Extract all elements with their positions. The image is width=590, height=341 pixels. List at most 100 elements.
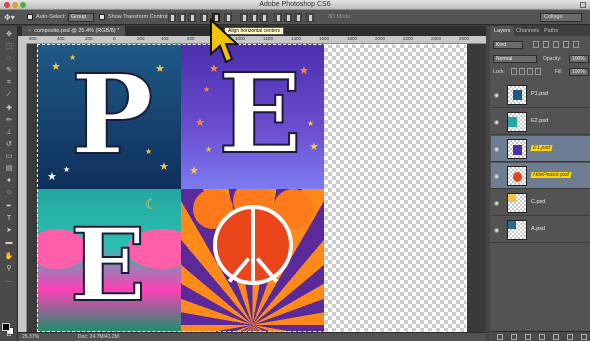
lock-label: Lock: bbox=[493, 69, 505, 75]
fill-field[interactable]: 100% bbox=[569, 68, 589, 76]
hand-tool-icon[interactable]: ✋ bbox=[4, 252, 14, 261]
layer-row[interactable]: ◉ E2.psd bbox=[491, 109, 590, 135]
visibility-eye-icon[interactable]: ◉ bbox=[494, 146, 499, 153]
blur-tool-icon[interactable]: ● bbox=[4, 176, 14, 185]
shape-tool-icon[interactable]: ▬ bbox=[4, 238, 14, 247]
link-layers-icon[interactable] bbox=[497, 334, 503, 340]
eraser-tool-icon[interactable]: ▭ bbox=[4, 152, 14, 161]
move-tool-icon[interactable]: ✥ bbox=[4, 30, 14, 39]
zoom-tool-icon[interactable]: ⚲ bbox=[4, 264, 14, 273]
healing-brush-tool-icon[interactable]: ✚ bbox=[4, 104, 14, 113]
opacity-field[interactable]: 100% bbox=[569, 55, 589, 63]
quick-mask-icon[interactable]: ◘ bbox=[4, 330, 14, 339]
history-brush-tool-icon[interactable]: ↺ bbox=[4, 140, 14, 149]
vertical-ruler[interactable] bbox=[18, 44, 27, 332]
visibility-eye-icon[interactable]: ◉ bbox=[494, 200, 499, 207]
filter-type-icon[interactable] bbox=[553, 41, 559, 48]
collapsed-panel-strip[interactable] bbox=[486, 26, 490, 341]
new-group-icon[interactable] bbox=[553, 334, 559, 340]
layer-row[interactable]: ◉ P1.psd bbox=[491, 82, 590, 108]
layer-name[interactable]: P1.psd bbox=[531, 91, 548, 97]
fullscreen-icon[interactable] bbox=[580, 2, 586, 8]
layer-thumbnail bbox=[507, 220, 527, 240]
lasso-tool-icon[interactable]: ◌ bbox=[4, 54, 14, 63]
tab-layers[interactable]: Layers bbox=[491, 26, 514, 36]
gradient-tool-icon[interactable]: ▤ bbox=[4, 164, 14, 173]
visibility-eye-icon[interactable]: ◉ bbox=[494, 92, 499, 99]
distribute-top-button[interactable] bbox=[240, 13, 248, 22]
layer-name[interactable]: HitePeace.psd bbox=[530, 172, 572, 178]
document-tab[interactable]: × composite.psd @ 25.4% (RGB/8) * bbox=[22, 26, 126, 36]
show-transform-label: Show Transform Controls bbox=[108, 14, 171, 20]
auto-align-layers-button[interactable] bbox=[306, 13, 314, 22]
status-bar: 25.37% Doc: 24.7M/41.2M bbox=[18, 332, 486, 341]
lock-transparent-icon[interactable] bbox=[511, 68, 517, 75]
layer-row[interactable]: ◉ HitePeace.psd bbox=[491, 163, 590, 189]
align-left-edges-button[interactable] bbox=[200, 13, 208, 22]
ruler-tick: 2400 bbox=[431, 36, 442, 41]
document-canvas[interactable]: ★ ★ ★ ★ ★ ★ ★ P ★ ★ ★ ★ ★ ★ ★ ★ E ☾ E bbox=[37, 44, 467, 332]
layer-name[interactable]: C.psd bbox=[531, 199, 545, 205]
show-transform-checkbox[interactable] bbox=[99, 14, 105, 20]
marquee-tool-icon[interactable]: ⬚ bbox=[4, 42, 14, 51]
layer-name[interactable]: E2.psd bbox=[531, 118, 548, 124]
path-selection-tool-icon[interactable]: ➤ bbox=[4, 226, 14, 235]
distribute-bottom-button[interactable] bbox=[260, 13, 268, 22]
adjustment-layer-icon[interactable] bbox=[539, 334, 545, 340]
distribute-left-button[interactable] bbox=[274, 13, 282, 22]
visibility-eye-icon[interactable]: ◉ bbox=[494, 119, 499, 126]
opacity-label: Opacity: bbox=[543, 56, 562, 62]
filter-kind-dropdown[interactable]: Kind bbox=[493, 41, 523, 49]
move-tool-preset-icon[interactable]: ✥▾ bbox=[4, 13, 20, 22]
layers-panel-footer bbox=[491, 331, 590, 341]
close-document-icon[interactable]: × bbox=[28, 28, 31, 34]
tools-panel: ✥ ⬚ ◌ ✎ ⌗ ⁄ ✚ ✏ ⊥ ↺ ▭ ▤ ● ○ ✒ T ➤ ▬ ✋ ⚲ … bbox=[0, 26, 18, 341]
visibility-eye-icon[interactable]: ◉ bbox=[494, 173, 499, 180]
dodge-tool-icon[interactable]: ○ bbox=[4, 188, 14, 197]
horizontal-ruler[interactable]: 600 400 200 0 200 400 600 800 1000 1200 … bbox=[27, 36, 486, 44]
type-tool-icon[interactable]: T bbox=[4, 214, 14, 223]
lock-position-icon[interactable] bbox=[527, 68, 533, 75]
visibility-eye-icon[interactable]: ◉ bbox=[494, 227, 499, 234]
workspace-switcher[interactable]: Collage bbox=[540, 13, 582, 22]
layer-row[interactable]: ◉ C.psd bbox=[491, 190, 590, 216]
document-size-info[interactable]: Doc: 24.7M/41.2M bbox=[78, 334, 119, 340]
auto-select-dropdown[interactable]: Group bbox=[68, 13, 94, 22]
distribute-vcenter-button[interactable] bbox=[250, 13, 258, 22]
filter-pixel-icon[interactable] bbox=[533, 41, 539, 48]
filter-shape-icon[interactable] bbox=[563, 41, 569, 48]
eyedropper-tool-icon[interactable]: ⁄ bbox=[4, 90, 14, 99]
blend-mode-dropdown[interactable]: Normal bbox=[493, 55, 537, 63]
distribute-hcenter-button[interactable] bbox=[284, 13, 292, 22]
layer-row[interactable]: ◉ E1.psd bbox=[491, 136, 590, 162]
clone-stamp-tool-icon[interactable]: ⊥ bbox=[4, 128, 14, 137]
align-bottom-edges-button[interactable] bbox=[188, 13, 196, 22]
pen-tool-icon[interactable]: ✒ bbox=[4, 202, 14, 211]
layer-name[interactable]: E1.psd bbox=[530, 145, 553, 151]
quick-select-tool-icon[interactable]: ✎ bbox=[4, 66, 14, 75]
layer-style-icon[interactable] bbox=[511, 334, 517, 340]
tab-paths[interactable]: Paths bbox=[541, 26, 561, 36]
filter-smart-object-icon[interactable] bbox=[573, 41, 579, 48]
layer-row[interactable]: ◉ A.psd bbox=[491, 217, 590, 243]
canvas-area[interactable]: ★ ★ ★ ★ ★ ★ ★ P ★ ★ ★ ★ ★ ★ ★ ★ E ☾ E bbox=[27, 44, 486, 332]
crop-tool-icon[interactable]: ⌗ bbox=[4, 78, 14, 87]
auto-select-checkbox[interactable] bbox=[27, 14, 33, 20]
ruler-tick: 1600 bbox=[319, 36, 330, 41]
lock-pixels-icon[interactable] bbox=[519, 68, 525, 75]
ruler-tick: 600 bbox=[29, 36, 37, 41]
align-top-edges-button[interactable] bbox=[168, 13, 176, 22]
new-layer-icon[interactable] bbox=[567, 334, 573, 340]
distribute-right-button[interactable] bbox=[294, 13, 302, 22]
edit-toolbar-icon[interactable]: … bbox=[4, 276, 14, 285]
brush-tool-icon[interactable]: ✏ bbox=[4, 116, 14, 125]
delete-layer-icon[interactable] bbox=[581, 334, 587, 340]
layer-name[interactable]: A.psd bbox=[531, 226, 545, 232]
add-mask-icon[interactable] bbox=[525, 334, 531, 340]
lock-all-icon[interactable] bbox=[535, 68, 541, 75]
tab-channels[interactable]: Channels bbox=[513, 26, 542, 36]
ruler-origin[interactable] bbox=[18, 36, 27, 44]
zoom-level[interactable]: 25.37% bbox=[22, 334, 39, 340]
filter-adjustment-icon[interactable] bbox=[543, 41, 549, 48]
align-vertical-centers-button[interactable] bbox=[178, 13, 186, 22]
